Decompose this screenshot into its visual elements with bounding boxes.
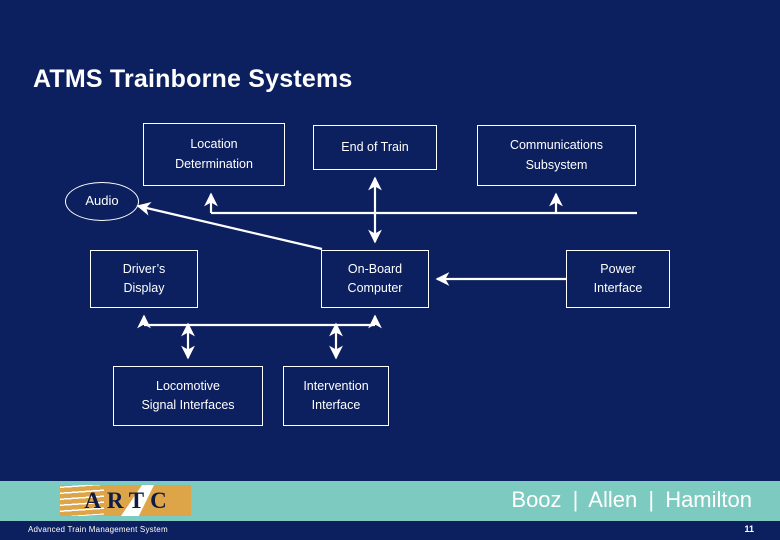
node-locomotive-signal-interfaces[interactable]: Locomotive Signal Interfaces: [113, 366, 263, 426]
node-label: On-Board Computer: [347, 261, 403, 295]
brand-separator: |: [572, 487, 579, 512]
node-on-board-computer[interactable]: On-Board Computer: [321, 250, 429, 308]
node-power-interface[interactable]: Power Interface: [566, 250, 670, 308]
node-label: Intervention Interface: [303, 378, 369, 412]
slide-canvas: ATMS Trainborne Systems Location Determi…: [0, 0, 780, 540]
node-end-of-train[interactable]: End of Train: [313, 125, 437, 170]
node-label: End of Train: [341, 139, 409, 154]
node-label: Locomotive Signal Interfaces: [141, 378, 235, 412]
node-intervention-interface[interactable]: Intervention Interface: [283, 366, 389, 426]
node-location-determination[interactable]: Location Determination: [143, 123, 285, 186]
brand-part-booz: Booz: [511, 487, 562, 512]
node-label: Location Determination: [175, 137, 253, 171]
node-label: Communications Subsystem: [509, 138, 604, 172]
booz-allen-hamilton-wordmark: Booz | Allen | Hamilton: [511, 487, 752, 513]
node-audio[interactable]: Audio: [65, 182, 139, 221]
page-number: 11: [744, 524, 754, 534]
brand-part-hamilton: Hamilton: [665, 487, 752, 512]
node-communications-subsystem[interactable]: Communications Subsystem: [477, 125, 636, 186]
node-label: Power Interface: [593, 261, 643, 295]
brand-part-allen: Allen: [588, 487, 638, 512]
artc-logo: ARTC: [60, 485, 191, 516]
artc-logo-text: ARTC: [84, 487, 173, 513]
node-drivers-display[interactable]: Driver’s Display: [90, 250, 198, 308]
footer-caption: Advanced Train Management System: [28, 525, 168, 534]
node-label: Audio: [85, 193, 119, 209]
block-diagram: Location Determination End of Train Comm…: [0, 0, 780, 470]
brand-separator: |: [648, 487, 655, 512]
node-label: Driver’s Display: [122, 261, 166, 295]
